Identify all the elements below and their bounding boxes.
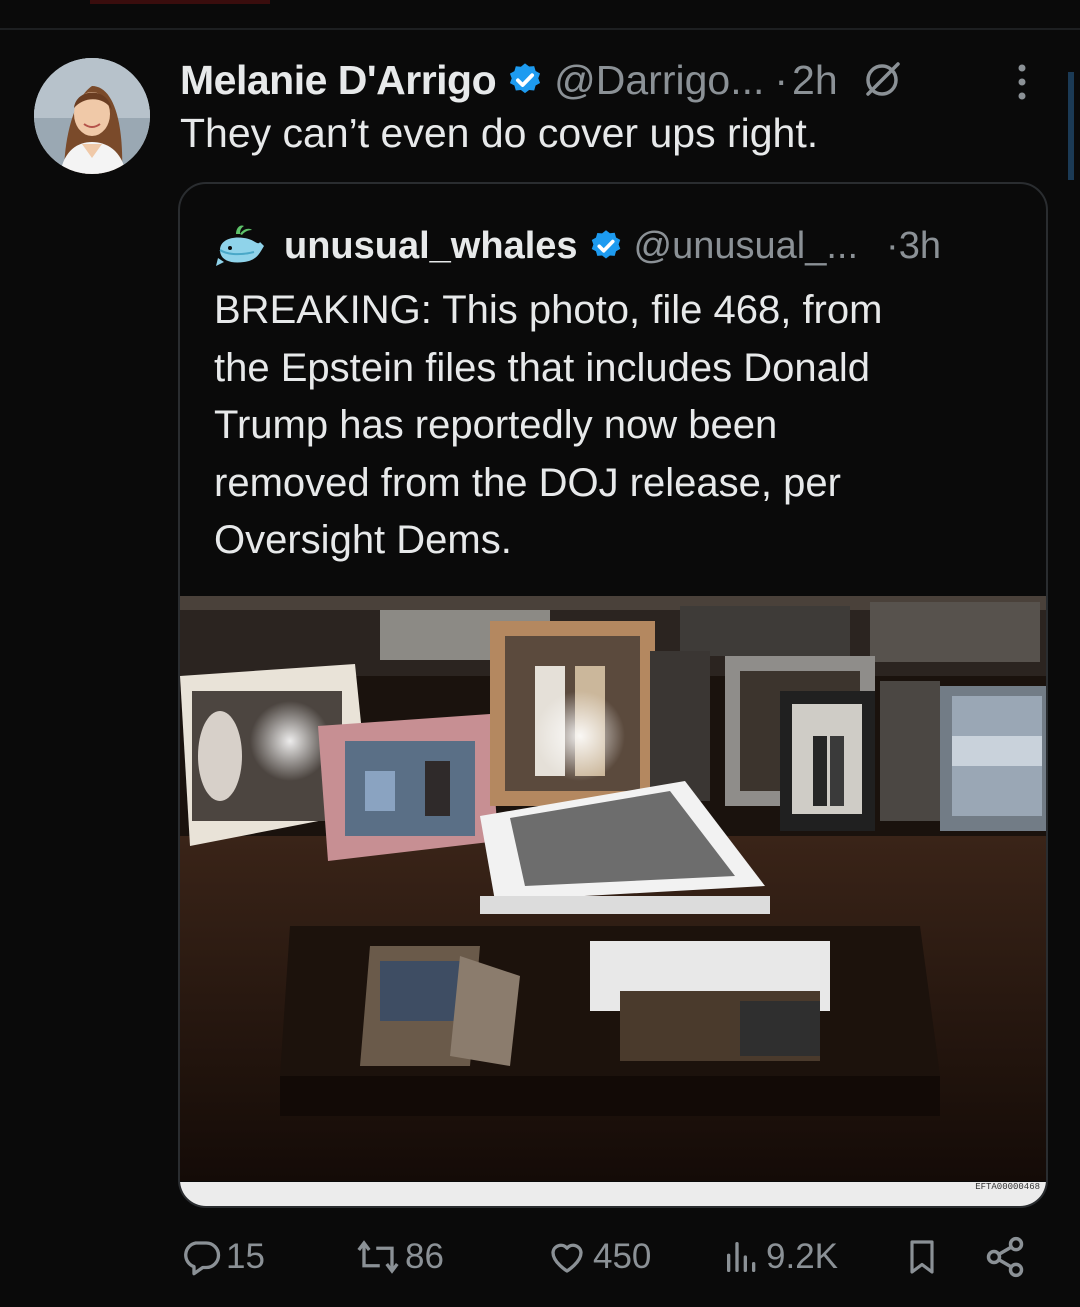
- author-handle[interactable]: @Darrigo...: [554, 57, 764, 104]
- attached-photo[interactable]: [180, 596, 1046, 1181]
- like-count: 450: [593, 1237, 652, 1276]
- author-name[interactable]: Melanie D'Arrigo: [180, 57, 497, 104]
- views-icon: [727, 1242, 756, 1272]
- photo-file-tag: EFTA00000468: [975, 1182, 1040, 1192]
- reply-button[interactable]: 15: [180, 1232, 265, 1282]
- whale-logo-icon: [216, 225, 264, 266]
- share-button[interactable]: [982, 1232, 1032, 1282]
- quoted-author-name[interactable]: unusual_whales: [284, 225, 578, 268]
- separator-dot: ·: [774, 56, 789, 103]
- quoted-text-line: BREAKING: This photo, file 468, from: [214, 288, 883, 332]
- share-icon: [986, 1236, 1024, 1278]
- quoted-text-line: Trump has reportedly now been: [214, 403, 778, 447]
- quoted-text-line: removed from the DOJ release, per: [214, 460, 841, 505]
- avatar-portrait: [34, 58, 150, 174]
- post-text: They can’t even do cover ups right.: [180, 110, 819, 156]
- views-button[interactable]: 9.2K: [722, 1232, 838, 1282]
- quoted-text-line: the Epstein files that includes Donald: [214, 345, 870, 390]
- quoted-post[interactable]: unusual_whales @unusual_... ·3h BREAKING…: [178, 182, 1048, 1208]
- bookmark-icon: [910, 1240, 934, 1274]
- repost-icon: [357, 1240, 399, 1274]
- like-button[interactable]: 450: [545, 1232, 651, 1282]
- quoted-post-text: BREAKING: This photo, file 468, from the…: [214, 282, 1034, 570]
- post-header: Melanie D'Arrigo @Darrigo... · 2h: [180, 52, 904, 108]
- quoted-text-line: Oversight Dems.: [214, 518, 512, 562]
- repost-button[interactable]: 86: [355, 1232, 444, 1282]
- bookmark-button[interactable]: [902, 1232, 946, 1282]
- reply-icon: [184, 1241, 221, 1276]
- repost-count: 86: [405, 1237, 444, 1276]
- grok-icon[interactable]: [860, 58, 904, 102]
- quoted-author-handle[interactable]: @unusual_...: [634, 225, 859, 268]
- verified-badge-icon: [591, 230, 620, 259]
- quoted-time-value: 3h: [898, 224, 941, 267]
- scroll-indicator[interactable]: [1068, 72, 1074, 180]
- post-time[interactable]: 2h: [792, 57, 838, 104]
- verified-badge-icon: [510, 63, 541, 94]
- photo-caption-bar: EFTA00000468: [180, 1182, 1046, 1206]
- author-avatar[interactable]: [34, 58, 150, 174]
- quoted-post-header: unusual_whales @unusual_... ·3h: [214, 222, 941, 270]
- top-divider: [0, 0, 1080, 30]
- more-options-icon[interactable]: [1010, 62, 1034, 102]
- reply-count: 15: [226, 1237, 265, 1276]
- action-bar: 15 86 450 9.2K: [0, 1232, 1080, 1282]
- separator-dot: ·: [886, 224, 899, 267]
- quoted-post-time[interactable]: ·3h: [886, 225, 941, 268]
- like-icon: [551, 1243, 583, 1273]
- top-accent-strip: [90, 0, 270, 4]
- view-count: 9.2K: [766, 1237, 838, 1276]
